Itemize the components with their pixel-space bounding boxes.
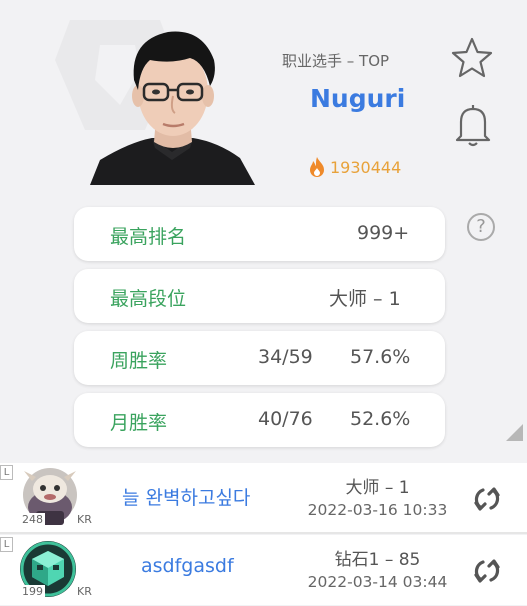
hotness-value: 1930444 xyxy=(330,157,402,177)
account-region: KR xyxy=(75,513,94,527)
player-name: Nuguri xyxy=(310,84,406,113)
help-icon[interactable]: ? xyxy=(467,213,495,241)
hotness: 1930444 xyxy=(308,156,401,178)
refresh-icon[interactable] xyxy=(471,555,503,587)
account-name[interactable]: asdfgasdf xyxy=(141,555,234,577)
refresh-icon[interactable] xyxy=(471,483,503,515)
stat-label: 周胜率 xyxy=(110,350,168,372)
stat-label: 最高段位 xyxy=(110,288,187,310)
stat-value: 999+ xyxy=(357,222,410,244)
account-row[interactable]: L 248 KR 늘 완벽하고싶다 大师 – 1 2022-03-16 10:3… xyxy=(0,463,527,533)
stat-ratio: 40/76 xyxy=(258,408,313,430)
account-rank: 钻石1 – 85 xyxy=(334,550,421,570)
stat-percent: 57.6% xyxy=(350,346,411,368)
account-level: 248 xyxy=(20,513,45,527)
bell-icon[interactable] xyxy=(453,100,493,148)
stat-value: 大师 – 1 xyxy=(329,288,401,310)
stat-label: 最高排名 xyxy=(110,226,187,248)
account-avatar: 199 KR xyxy=(10,539,94,601)
stat-label: 月胜率 xyxy=(110,412,168,434)
fire-icon xyxy=(310,157,324,177)
player-role: 职业选手 – TOP xyxy=(282,52,390,70)
stat-highest-rank: 最高排名 999+ xyxy=(74,207,445,261)
player-avatar xyxy=(90,31,255,185)
account-level: 199 xyxy=(20,585,45,599)
stat-weekly-winrate: 周胜率 34/59 57.6% xyxy=(74,331,445,385)
stat-highest-tier: 最高段位 大师 – 1 xyxy=(74,269,445,323)
account-date: 2022-03-16 10:33 xyxy=(307,501,448,519)
account-rank: 大师 – 1 xyxy=(345,478,410,498)
stat-ratio: 34/59 xyxy=(258,346,313,368)
account-region: KR xyxy=(75,585,94,599)
resize-corner xyxy=(506,424,523,441)
divider xyxy=(0,532,527,534)
stat-monthly-winrate: 月胜率 40/76 52.6% xyxy=(74,393,445,447)
stat-percent: 52.6% xyxy=(350,408,411,430)
account-avatar: 248 KR xyxy=(10,467,94,529)
account-name[interactable]: 늘 완벽하고싶다 xyxy=(122,483,250,510)
account-date: 2022-03-14 03:44 xyxy=(307,573,448,591)
star-icon[interactable] xyxy=(450,36,494,80)
account-row[interactable]: L 199 KR asdfgasdf 钻石1 – 85 2022-03-14 0… xyxy=(0,535,527,605)
